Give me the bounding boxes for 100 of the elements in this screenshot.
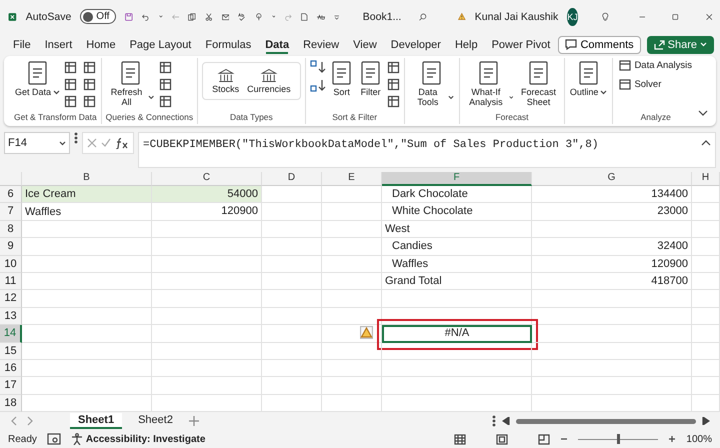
sheet-icon[interactable] [83, 95, 96, 108]
gallery-item[interactable]: Currencies [246, 66, 292, 96]
status-text: Ready [8, 434, 37, 444]
sheet-icon[interactable] [386, 78, 400, 91]
previous-sheet-icon[interactable] [10, 416, 18, 426]
caret-icon [53, 90, 60, 94]
ribbon-tab[interactable]: View [346, 36, 384, 54]
caret-icon [600, 90, 608, 94]
ribbon-tab[interactable]: Home [79, 36, 123, 54]
group-label: Forecast [494, 112, 530, 124]
ribbon-button[interactable]: Solver [617, 77, 664, 92]
row-header[interactable]: 7 [0, 203, 22, 221]
row-header[interactable]: 12 [0, 290, 22, 308]
zoom-level[interactable]: 100% [686, 434, 712, 444]
user-avatar[interactable]: KJ [567, 8, 578, 26]
sheet-icon[interactable] [386, 61, 400, 74]
ribbon-button[interactable]: Sort [328, 58, 355, 99]
sheet-icon[interactable] [64, 95, 78, 108]
row-header[interactable]: 13 [0, 308, 22, 326]
column-header[interactable]: B [22, 172, 152, 186]
row-header[interactable]: 6 [0, 186, 22, 204]
page-layout-view-icon[interactable] [496, 434, 508, 444]
sheet-icon[interactable] [158, 95, 172, 108]
sheet-tab[interactable]: Sheet2 [130, 413, 181, 429]
ribbon-button[interactable]: Data Analysis [617, 58, 694, 73]
sheet-tab[interactable]: Sheet1 [70, 413, 122, 429]
caret-icon [148, 94, 155, 100]
sheet-icon[interactable] [64, 61, 78, 74]
column-header[interactable]: F [382, 172, 532, 186]
ribbon-tab[interactable]: Help [448, 36, 485, 54]
sort-ascending-icon[interactable] [310, 60, 326, 74]
ribbon-tab[interactable]: Developer [384, 36, 448, 54]
scroll-right-icon[interactable] [702, 417, 710, 425]
ribbon-button[interactable]: Outline [568, 58, 608, 99]
macro-recording-icon[interactable] [46, 433, 61, 445]
next-sheet-icon[interactable] [26, 416, 34, 426]
sheet-icon[interactable] [158, 78, 172, 91]
sheet-icon[interactable] [386, 95, 400, 108]
ribbon-button[interactable]: Get Data [14, 58, 62, 99]
insert-function-icon[interactable] [115, 137, 129, 149]
ribbon-tab[interactable]: Formulas [198, 36, 258, 54]
comment-icon [565, 39, 578, 50]
expand-icon[interactable] [701, 139, 711, 146]
accessibility-status[interactable]: Accessibility: Investigate [86, 434, 206, 444]
sheet-icon[interactable] [158, 61, 172, 74]
column-header[interactable]: G [532, 172, 692, 186]
ribbon-tab[interactable]: Insert [38, 36, 80, 54]
ribbon-button[interactable]: Data Tools [408, 58, 456, 109]
column-header[interactable]: H [692, 172, 720, 186]
row-header[interactable]: 16 [0, 360, 22, 378]
zoom-slider-thumb[interactable] [616, 434, 620, 444]
ribbon-tab[interactable]: File [6, 36, 38, 54]
gallery-item[interactable]: Stocks [211, 66, 240, 96]
more-icon [492, 415, 496, 427]
sort-descending-icon[interactable] [310, 78, 326, 92]
row-header[interactable]: 8 [0, 220, 22, 238]
row-header[interactable]: 18 [0, 394, 22, 412]
group-label: Queries & Connections [106, 112, 194, 124]
user-name: Kunal Jai Kaushik [474, 10, 558, 22]
autosave-toggle[interactable]: Off [80, 9, 116, 24]
name-box[interactable]: F14 [4, 132, 70, 154]
row-header[interactable]: 9 [0, 238, 22, 256]
group-label: Get & Transform Data [14, 112, 97, 124]
sheet-icon[interactable] [64, 78, 78, 91]
caret-icon [448, 94, 454, 100]
ribbon-button[interactable]: Refresh All [106, 58, 156, 109]
document-title: Book1... [362, 10, 402, 22]
column-header[interactable]: C [152, 172, 262, 186]
ribbon-tab[interactable]: Review [296, 36, 346, 54]
row-header[interactable]: 10 [0, 256, 22, 273]
ribbon-tab[interactable]: Power Pivot [484, 36, 558, 54]
ribbon-tab[interactable]: Data [258, 36, 296, 54]
comments-button[interactable]: Comments [558, 36, 641, 54]
zoom-in-icon[interactable] [668, 435, 676, 443]
warning-icon[interactable] [360, 326, 373, 340]
share-icon [654, 39, 665, 50]
page-break-view-icon[interactable] [538, 434, 550, 444]
ribbon-button[interactable]: What-If Analysis [464, 58, 514, 109]
caret-icon [508, 94, 514, 100]
formula-field[interactable]: =CUBEKPIMEMBER("ThisWorkbookDataModel","Sum of Sales Production 3",8) [138, 132, 716, 168]
add-sheet-icon[interactable] [188, 416, 199, 426]
column-header[interactable]: E [322, 172, 382, 186]
table-cell: 54000 [152, 186, 262, 204]
sheet-icon[interactable] [83, 78, 96, 91]
scroll-left-icon[interactable] [502, 417, 510, 425]
share-button[interactable]: Share [646, 36, 714, 54]
sheet-icon[interactable] [83, 61, 96, 74]
collapse-ribbon-icon[interactable] [698, 110, 708, 117]
normal-view-icon[interactable] [454, 434, 466, 444]
ribbon-button[interactable]: Filter [358, 58, 384, 99]
ribbon-tab[interactable]: Page Layout [122, 36, 198, 54]
row-header[interactable]: 17 [0, 377, 22, 395]
group-label: Data Types [228, 112, 274, 124]
column-header[interactable]: D [262, 172, 322, 186]
horizontal-scrollbar[interactable] [516, 418, 696, 424]
caret-icon [59, 140, 66, 146]
row-header[interactable]: 14 [0, 325, 22, 343]
row-header[interactable]: 15 [0, 342, 22, 360]
ribbon-button[interactable]: Forecast Sheet [517, 58, 560, 109]
row-header[interactable]: 11 [0, 272, 22, 290]
